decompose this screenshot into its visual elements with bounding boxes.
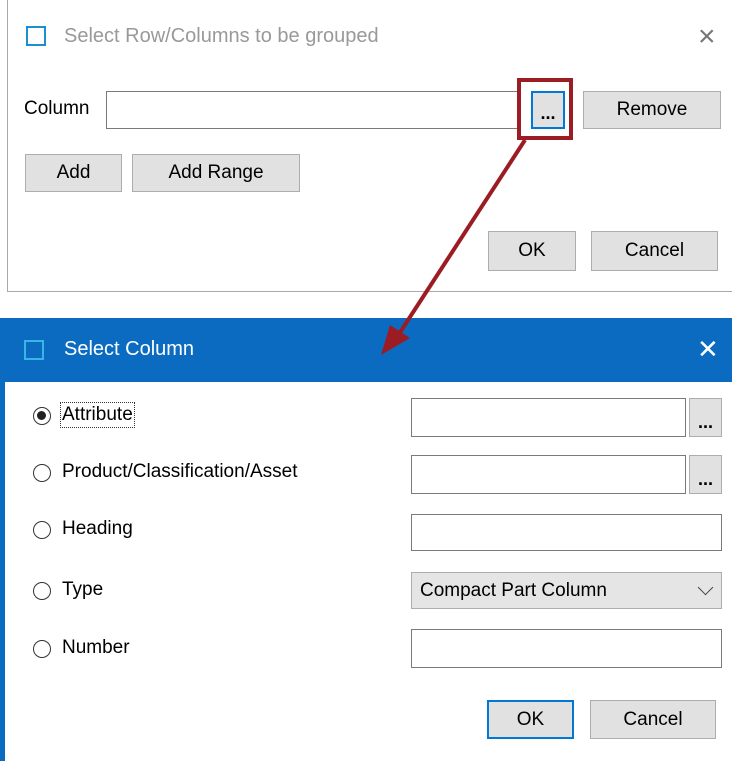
- heading-field[interactable]: [411, 514, 722, 551]
- product-field[interactable]: [411, 455, 686, 494]
- remove-button[interactable]: Remove: [583, 91, 721, 129]
- option-attribute-label[interactable]: Attribute: [60, 402, 135, 428]
- select-column-titlebar: Select Column ✕: [0, 318, 732, 382]
- option-product-label[interactable]: Product/Classification/Asset: [62, 461, 298, 483]
- radio-number[interactable]: [33, 640, 51, 658]
- group-dialog: Select Row/Columns to be grouped × Colum…: [7, 0, 732, 292]
- radio-type[interactable]: [33, 582, 51, 600]
- number-field[interactable]: [411, 629, 722, 668]
- add-range-button[interactable]: Add Range: [132, 154, 300, 192]
- radio-attribute[interactable]: [33, 407, 51, 425]
- ok-button[interactable]: OK: [488, 231, 576, 271]
- option-heading-label[interactable]: Heading: [62, 518, 133, 540]
- select-column-dialog: Select Column ✕ Attribute ... Product/Cl…: [0, 318, 732, 761]
- ok-button[interactable]: OK: [487, 700, 574, 739]
- type-select[interactable]: Compact Part Column: [411, 572, 722, 609]
- option-number-label[interactable]: Number: [62, 637, 130, 659]
- cancel-button[interactable]: Cancel: [591, 231, 718, 271]
- column-field[interactable]: [106, 91, 518, 129]
- group-dialog-titlebar: Select Row/Columns to be grouped ×: [8, 0, 732, 68]
- add-button[interactable]: Add: [25, 154, 122, 192]
- radio-product[interactable]: [33, 464, 51, 482]
- browse-product-button[interactable]: ...: [689, 455, 722, 494]
- select-column-title: Select Column: [64, 338, 195, 360]
- app-icon: [26, 26, 46, 46]
- browse-attribute-button[interactable]: ...: [689, 398, 722, 437]
- close-icon[interactable]: ✕: [697, 336, 719, 362]
- cancel-button[interactable]: Cancel: [590, 700, 716, 739]
- radio-heading[interactable]: [33, 521, 51, 539]
- chevron-down-icon: [697, 579, 714, 596]
- close-icon[interactable]: ×: [698, 22, 716, 52]
- attribute-field[interactable]: [411, 398, 686, 437]
- app-icon: [24, 340, 44, 360]
- annotation-highlight: [517, 78, 573, 140]
- type-select-value: Compact Part Column: [420, 579, 607, 601]
- group-dialog-title: Select Row/Columns to be grouped: [64, 25, 379, 47]
- option-type-label[interactable]: Type: [62, 579, 103, 601]
- column-label: Column: [24, 98, 90, 119]
